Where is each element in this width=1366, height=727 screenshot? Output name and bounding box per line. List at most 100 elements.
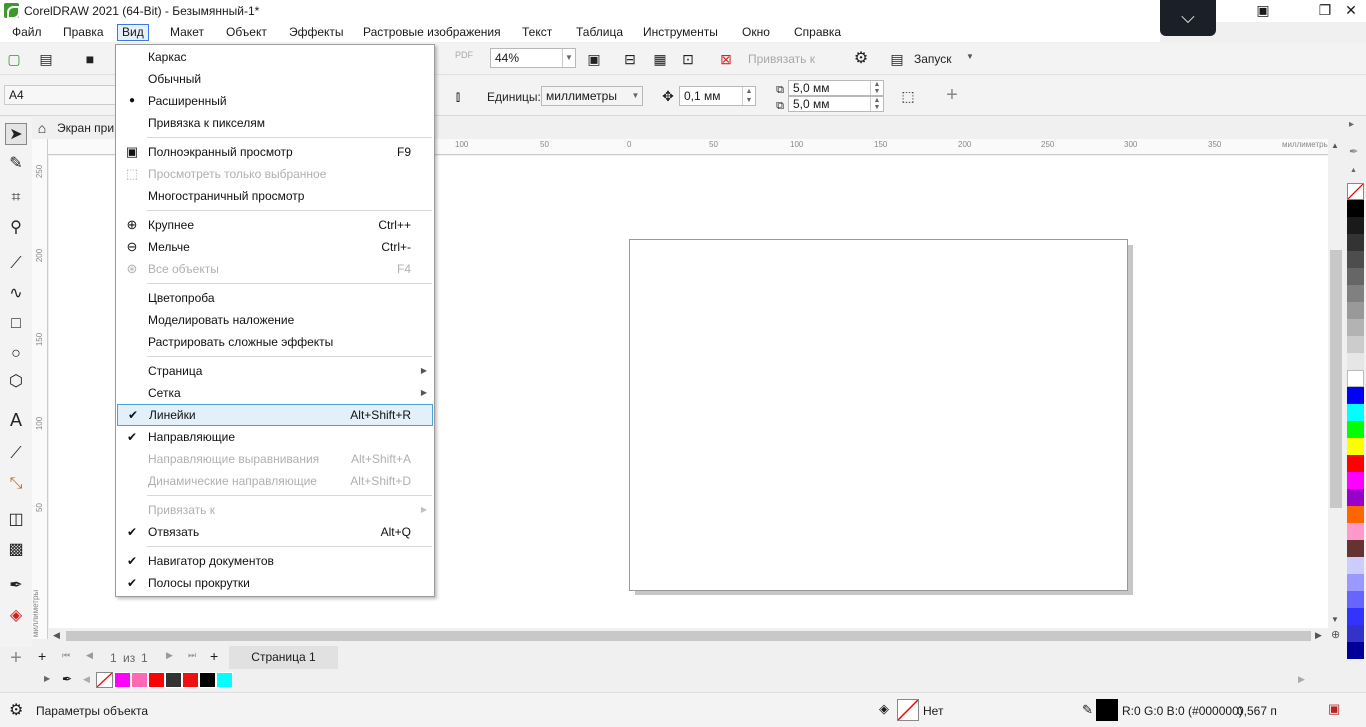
menu-item-zoom-out[interactable]: ⊖ Мельче Ctrl+- <box>117 236 433 258</box>
launch-dropdown[interactable]: Запуск <box>914 52 952 66</box>
palette-color-swatch[interactable] <box>1347 217 1364 234</box>
gear-icon[interactable]: ⚙ <box>9 700 23 720</box>
palette-color-swatch[interactable] <box>1347 540 1364 557</box>
full-screen-preview-icon[interactable]: ▣ <box>584 49 604 69</box>
ellipse-tool-icon[interactable]: ○ <box>5 343 27 365</box>
drop-shadow-tool-icon[interactable]: ◫ <box>5 509 27 531</box>
menu-text[interactable]: Текст <box>518 24 556 41</box>
menu-view[interactable]: Вид <box>117 24 149 41</box>
palette-color-swatch[interactable] <box>1347 336 1364 353</box>
menu-file[interactable]: Файл <box>8 24 46 41</box>
palette-no-color-swatch[interactable] <box>1347 183 1364 200</box>
document-page[interactable] <box>629 239 1128 591</box>
palette-eyedropper-icon[interactable]: ✒ <box>1349 145 1358 158</box>
palette-color-swatch[interactable] <box>1347 200 1364 217</box>
doc-color-swatch[interactable] <box>114 672 131 688</box>
scroll-up-icon[interactable]: ▲ <box>1331 141 1339 150</box>
horizontal-scroll-thumb[interactable] <box>66 631 1311 641</box>
freehand-tool-icon[interactable]: ⟋ <box>5 253 27 275</box>
add-icon[interactable]: + <box>942 85 962 105</box>
menu-item-guidelines[interactable]: ✔ Направляющие <box>117 426 433 448</box>
palette-color-swatch[interactable] <box>1347 625 1364 642</box>
help-icon[interactable]: ▣ <box>1246 0 1280 22</box>
palette-color-swatch[interactable] <box>1347 387 1364 404</box>
menu-bitmaps[interactable]: Растровые изображения <box>359 24 505 41</box>
menu-item-page[interactable]: Страница ▶ <box>117 360 433 382</box>
palette-color-swatch[interactable] <box>1347 489 1364 506</box>
menu-item-enhanced[interactable]: ● Расширенный <box>117 90 433 112</box>
palette-color-swatch[interactable] <box>1347 642 1364 659</box>
menu-item-multipage-view[interactable]: Многостраничный просмотр <box>117 185 433 207</box>
zoom-navigator-icon[interactable]: ⊕ <box>1331 628 1340 641</box>
palette-color-swatch[interactable] <box>1347 285 1364 302</box>
zoom-tool-icon[interactable]: ⚲ <box>5 217 27 239</box>
menu-item-normal[interactable]: Обычный <box>117 68 433 90</box>
menu-item-scrollbars[interactable]: ✔ Полосы прокрутки <box>117 572 433 594</box>
palette-color-swatch[interactable] <box>1347 438 1364 455</box>
dimension-tool-icon[interactable]: ⟋ <box>5 443 27 465</box>
eyedropper-icon[interactable]: ✒ <box>62 672 72 686</box>
connector-tool-icon[interactable]: ⤡ <box>5 473 27 495</box>
menu-effects[interactable]: Эффекты <box>285 24 348 41</box>
dup-y-spin-icon[interactable]: ▲ ▼ <box>870 97 883 111</box>
page-dimensions-icon[interactable]: ⫾ <box>448 86 468 106</box>
palette-color-swatch[interactable] <box>1347 574 1364 591</box>
menu-item-snap-off[interactable]: ✔ Отвязать Alt+Q <box>117 521 433 543</box>
palette-color-swatch[interactable] <box>1347 370 1364 387</box>
add-page-before-icon[interactable]: + <box>38 648 46 664</box>
eyedropper-tool-icon[interactable]: ✒ <box>5 575 27 597</box>
doc-color-swatch[interactable] <box>165 672 182 688</box>
palette-color-swatch[interactable] <box>1347 302 1364 319</box>
text-tool-icon[interactable]: A <box>5 409 27 431</box>
menu-item-proof-colors[interactable]: Цветопроба <box>117 287 433 309</box>
palette-color-swatch[interactable] <box>1347 353 1364 370</box>
palette-color-swatch[interactable] <box>1347 319 1364 336</box>
menu-item-document-navigator[interactable]: ✔ Навигатор документов <box>117 550 433 572</box>
palette-color-swatch[interactable] <box>1347 523 1364 540</box>
menu-item-rasterize-effects[interactable]: Растрировать сложные эффекты <box>117 331 433 353</box>
vertical-scroll-thumb[interactable] <box>1330 250 1342 508</box>
menu-layout[interactable]: Макет <box>166 24 208 41</box>
shape-tool-icon[interactable]: ✎ <box>5 153 27 175</box>
palette-scroll-right-icon[interactable]: ▶ <box>1298 674 1305 685</box>
polygon-tool-icon[interactable]: ⬡ <box>5 371 27 393</box>
open-icon[interactable]: ▤ <box>36 49 56 69</box>
first-page-icon[interactable]: ⏮ <box>62 650 70 661</box>
doc-color-swatch[interactable] <box>182 672 199 688</box>
palette-color-swatch[interactable] <box>1347 557 1364 574</box>
color-settings-icon[interactable]: ▣ <box>1328 701 1340 717</box>
collapse-ribbon-button[interactable]: ⌵ <box>1160 0 1216 36</box>
nudge-spin-icon[interactable]: ▲ ▼ <box>742 87 755 105</box>
prev-page-icon[interactable]: ◀ <box>86 650 93 661</box>
crop-tool-icon[interactable]: ⌗ <box>5 187 27 209</box>
menu-tools[interactable]: Инструменты <box>639 24 722 41</box>
last-page-icon[interactable]: ⏭ <box>188 650 196 661</box>
palette-color-swatch[interactable] <box>1347 421 1364 438</box>
menu-item-full-screen-preview[interactable]: ▣ Полноэкранный просмотр F9 <box>117 141 433 163</box>
palette-color-swatch[interactable] <box>1347 608 1364 625</box>
show-rulers-icon[interactable]: ⊟ <box>620 49 640 69</box>
menu-window[interactable]: Окно <box>738 24 774 41</box>
rectangle-tool-icon[interactable]: □ <box>5 313 27 335</box>
close-button[interactable]: ✕ <box>1334 0 1366 22</box>
duplicate-distance-y-input[interactable]: 5,0 мм ▲ ▼ <box>788 96 884 112</box>
palette-color-swatch[interactable] <box>1347 455 1364 472</box>
duplicate-distance-x-input[interactable]: 5,0 мм ▲ ▼ <box>788 80 884 96</box>
palette-color-swatch[interactable] <box>1347 591 1364 608</box>
palette-options-icon[interactable]: ▸ <box>1349 119 1354 130</box>
page-tab[interactable]: Страница 1 <box>229 646 338 669</box>
scroll-down-icon[interactable]: ▼ <box>1331 615 1339 624</box>
doc-color-swatch[interactable] <box>216 672 233 688</box>
launch-icon[interactable]: ▤ <box>887 49 907 69</box>
launch-chevron-down-icon[interactable]: ▼ <box>966 52 974 61</box>
add-page-after-icon[interactable]: + <box>210 648 218 664</box>
doc-color-swatch[interactable] <box>148 672 165 688</box>
palette-scroll-up-icon[interactable]: ▲ <box>1350 167 1357 174</box>
palette-color-swatch[interactable] <box>1347 404 1364 421</box>
units-select[interactable]: миллиметры ▼ <box>541 86 643 106</box>
menu-edit[interactable]: Правка <box>59 24 108 41</box>
no-color-swatch[interactable] <box>96 672 113 688</box>
menu-item-rulers[interactable]: ✔ Линейки Alt+Shift+R <box>117 404 433 426</box>
menu-item-simulate-overprint[interactable]: Моделировать наложение <box>117 309 433 331</box>
menu-item-zoom-in[interactable]: ⊕ Крупнее Ctrl++ <box>117 214 433 236</box>
